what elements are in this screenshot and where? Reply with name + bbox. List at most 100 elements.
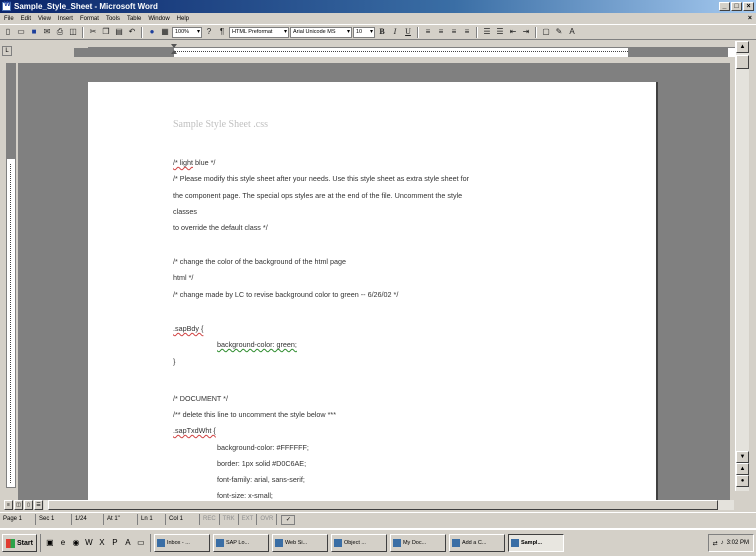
- status-rec[interactable]: REC: [200, 514, 220, 525]
- bullets-icon[interactable]: ☰: [494, 26, 506, 38]
- borders-icon[interactable]: ▢: [540, 26, 552, 38]
- outlook-icon[interactable]: ◉: [71, 538, 81, 548]
- scroll-up-icon[interactable]: ▲: [736, 41, 749, 53]
- desktop-icon[interactable]: ▣: [45, 538, 55, 548]
- powerpoint-icon[interactable]: P: [110, 538, 120, 548]
- horizontal-scrollbar[interactable]: [44, 500, 734, 510]
- document-close-icon[interactable]: ×: [748, 15, 752, 22]
- highlight-icon[interactable]: ✎: [553, 26, 565, 38]
- menu-edit[interactable]: Edit: [21, 16, 31, 22]
- word-icon[interactable]: W: [84, 538, 94, 548]
- styles-icon[interactable]: ¶: [216, 26, 228, 38]
- volume-icon[interactable]: ♪: [721, 540, 724, 546]
- align-right-icon[interactable]: ≡: [448, 26, 460, 38]
- copy-icon[interactable]: ❐: [100, 26, 112, 38]
- word-app-icon[interactable]: [2, 1, 11, 11]
- previous-page-icon[interactable]: ▲: [736, 463, 749, 475]
- network-icon[interactable]: ⇄: [713, 540, 718, 547]
- web-view-icon[interactable]: ◫: [14, 500, 23, 510]
- menu-tools[interactable]: Tools: [106, 16, 120, 22]
- hyperlink-icon[interactable]: ●: [146, 26, 158, 38]
- text-line: /* light blue */: [173, 158, 216, 167]
- outline-view-icon[interactable]: ☰: [34, 500, 43, 510]
- folder-icon[interactable]: ▭: [136, 538, 146, 548]
- ruler-row: L: [0, 41, 756, 63]
- menu-table[interactable]: Table: [127, 16, 141, 22]
- font-size-combo[interactable]: 10: [353, 26, 375, 38]
- decrease-indent-icon[interactable]: ⇤: [507, 26, 519, 38]
- align-center-icon[interactable]: ≡: [435, 26, 447, 38]
- task-object[interactable]: Object ...: [330, 534, 387, 552]
- style-combo[interactable]: HTML Preformat: [229, 26, 289, 38]
- print-layout-icon[interactable]: ▯: [24, 500, 33, 510]
- menu-view[interactable]: View: [38, 16, 51, 22]
- start-button[interactable]: Start: [2, 534, 37, 552]
- task-sap[interactable]: SAP Lo...: [212, 534, 269, 552]
- open-folder-icon[interactable]: ▭: [15, 26, 27, 38]
- vertical-scroll-thumb[interactable]: [736, 55, 749, 69]
- undo-icon[interactable]: ↶: [126, 26, 138, 38]
- menu-file[interactable]: File: [4, 16, 14, 22]
- title-bar: Sample_Style_Sheet - Microsoft Word _ □ …: [0, 0, 756, 13]
- menu-format[interactable]: Format: [80, 16, 99, 22]
- cut-icon[interactable]: ✂: [87, 26, 99, 38]
- word-icon: [510, 539, 519, 547]
- text-line: /* Please modify this style sheet after …: [173, 174, 470, 183]
- font-combo[interactable]: Arial Unicode MS: [290, 26, 352, 38]
- numbering-icon[interactable]: ☰: [481, 26, 493, 38]
- vertical-scrollbar[interactable]: ▲ ▼ ▲ ●: [735, 41, 749, 491]
- task-sample[interactable]: Sampl...: [507, 534, 564, 552]
- email-icon[interactable]: ✉: [41, 26, 53, 38]
- status-trk[interactable]: TRK: [220, 514, 239, 525]
- spelling-status-icon[interactable]: ✓: [281, 514, 296, 525]
- excel-icon[interactable]: X: [97, 538, 107, 548]
- help-icon[interactable]: ?: [203, 26, 215, 38]
- status-ext[interactable]: EXT: [239, 514, 258, 525]
- paste-icon[interactable]: ▤: [113, 26, 125, 38]
- align-left-icon[interactable]: ≡: [422, 26, 434, 38]
- horizontal-ruler[interactable]: [74, 47, 738, 57]
- horizontal-scroll-thumb[interactable]: [48, 500, 718, 510]
- task-label: Inbox - ...: [166, 540, 190, 546]
- table-icon[interactable]: ▦: [159, 26, 171, 38]
- justify-icon[interactable]: ≡: [461, 26, 473, 38]
- menu-window[interactable]: Window: [148, 16, 169, 22]
- indent-marker[interactable]: [171, 44, 177, 56]
- close-button[interactable]: ×: [743, 2, 754, 11]
- save-icon[interactable]: ■: [28, 26, 40, 38]
- new-document-icon[interactable]: ▯: [2, 26, 14, 38]
- print-preview-icon[interactable]: ◫: [67, 26, 79, 38]
- underline-button[interactable]: U: [402, 26, 414, 38]
- italic-button[interactable]: I: [389, 26, 401, 38]
- task-inbox[interactable]: Inbox - ...: [153, 534, 210, 552]
- text-line: classes: [173, 207, 197, 216]
- increase-indent-icon[interactable]: ⇥: [520, 26, 532, 38]
- browser-icon[interactable]: e: [58, 538, 68, 548]
- menu-help[interactable]: Help: [177, 16, 189, 22]
- access-icon[interactable]: A: [123, 538, 133, 548]
- maximize-button[interactable]: □: [731, 2, 742, 11]
- browse-object-icon[interactable]: ●: [736, 475, 749, 487]
- task-label: Object ...: [343, 540, 366, 546]
- task-web[interactable]: Web Si...: [271, 534, 328, 552]
- normal-view-icon[interactable]: ≡: [4, 500, 13, 510]
- zoom-combo[interactable]: 100%: [172, 26, 202, 38]
- taskbar: Start ▣ e ◉ W X P A ▭ Inbox - ... SAP Lo…: [0, 528, 756, 556]
- vertical-ruler[interactable]: [6, 63, 16, 488]
- scroll-down-icon[interactable]: ▼: [736, 451, 749, 463]
- text-line: /* DOCUMENT */: [173, 394, 228, 403]
- view-buttons: ≡ ◫ ▯ ☰: [4, 500, 43, 510]
- bold-button[interactable]: B: [376, 26, 388, 38]
- status-ovr[interactable]: OVR: [257, 514, 278, 525]
- task-label: Web Si...: [284, 540, 308, 546]
- print-icon[interactable]: ⎙: [54, 26, 66, 38]
- font-color-icon[interactable]: A: [566, 26, 578, 38]
- status-bar: Page 1 Sec 1 1/24 At 1" Ln 1 Col 1 REC T…: [0, 512, 756, 526]
- minimize-button[interactable]: _: [719, 2, 730, 11]
- task-add-contact[interactable]: Add a C...: [448, 534, 505, 552]
- status-page: Page 1: [0, 514, 36, 525]
- task-my-documents[interactable]: My Doc...: [389, 534, 446, 552]
- menu-insert[interactable]: Insert: [58, 16, 73, 22]
- page[interactable]: Sample Style Sheet .css /* light blue */…: [88, 82, 658, 500]
- tab-selector[interactable]: L: [2, 46, 12, 56]
